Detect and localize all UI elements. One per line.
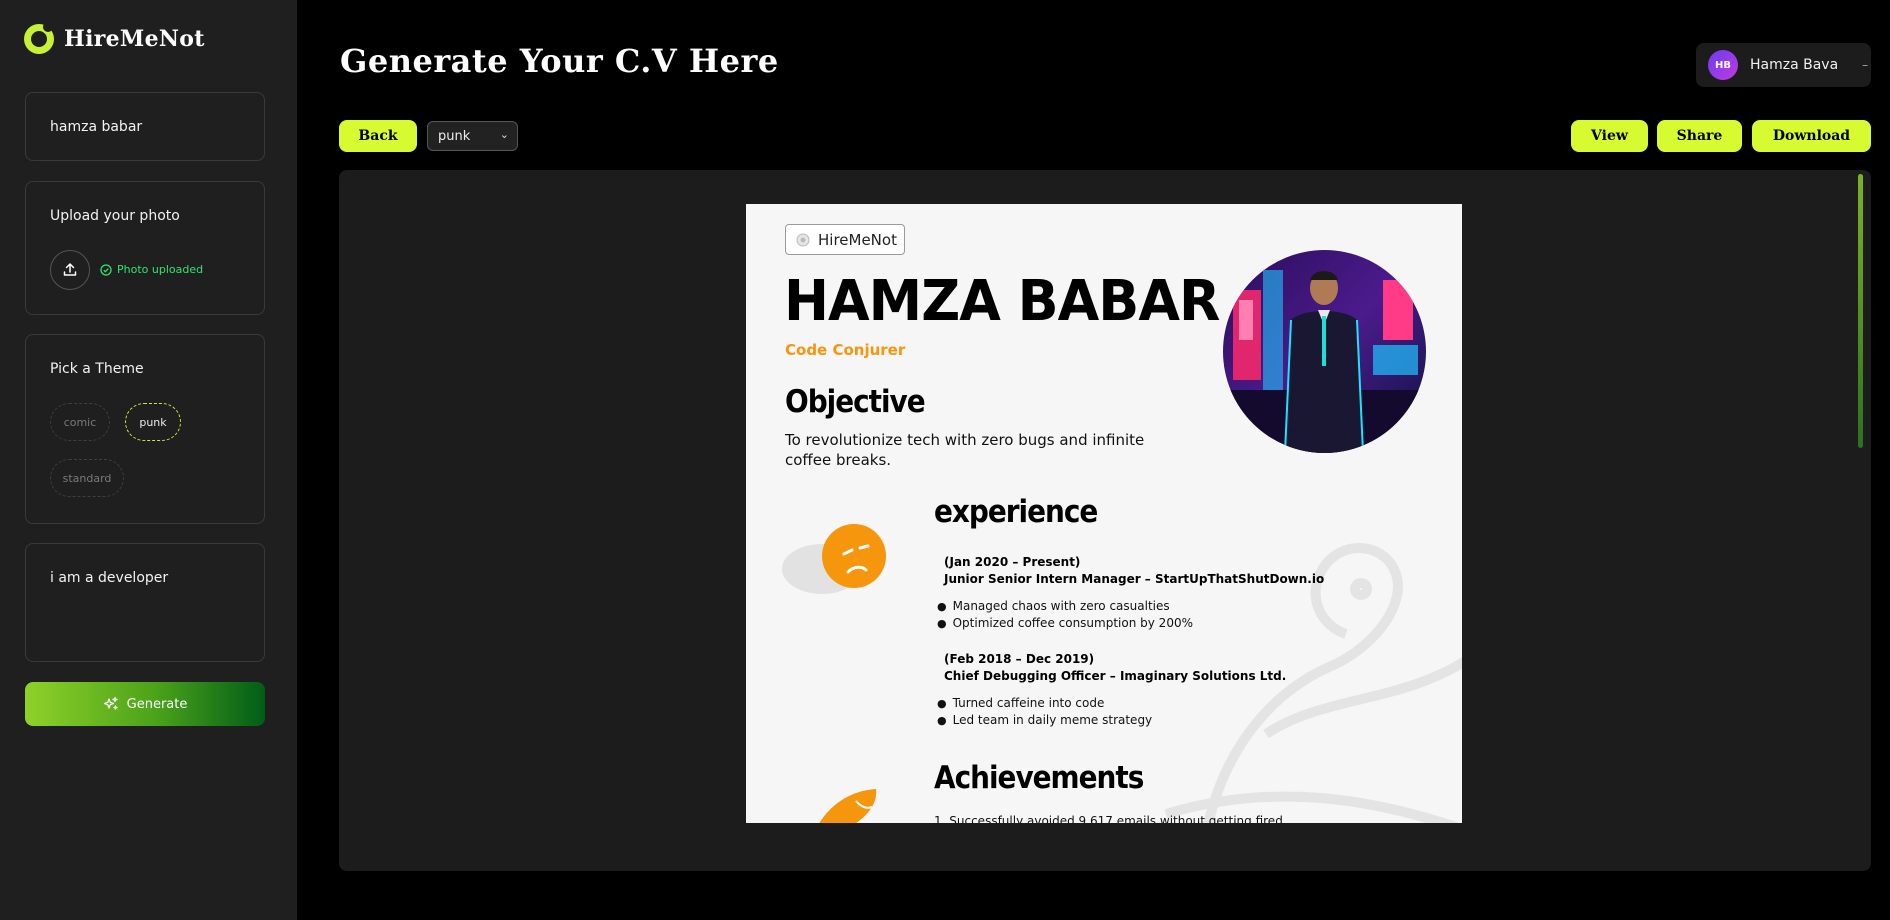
theme-chip-punk[interactable]: punk [125,403,181,441]
name-value: hamza babar [50,119,143,135]
generate-label: Generate [126,696,188,712]
experience-heading: experience [934,494,1098,530]
list-item: Managed chaos with zero casualties [937,598,1193,615]
download-button[interactable]: Download [1752,120,1871,152]
upload-icon [63,263,77,276]
logo-icon [24,22,54,54]
cv-role: Code Conjurer [785,341,906,359]
cv-brand-text: HireMeNot [818,230,897,249]
achievement-item: 1. Successfully avoided 9,617 emails wit… [934,814,1283,823]
description-field[interactable]: i am a developer [25,543,265,662]
user-name: Hamza Bava [1750,57,1839,73]
theme-title: Pick a Theme [50,361,144,377]
chevron-down-icon: ⌄ [499,128,509,141]
objective-heading: Objective [785,384,926,420]
upload-status: Photo uploaded [100,263,203,276]
caret-icon: – [1862,58,1869,72]
experience-title: Chief Debugging Officer – Imaginary Solu… [944,669,1287,683]
theme-chip-standard[interactable]: standard [50,459,124,497]
list-item: Led team in daily meme strategy [937,712,1153,729]
name-field[interactable]: hamza babar [25,92,265,161]
scrollbar[interactable] [1858,174,1863,448]
sidebar: HireMeNot hamza babar Upload your photo … [0,0,297,920]
app-name: HireMeNot [64,26,205,52]
experience-emoji-icon [782,524,886,594]
theme-picker: Pick a Theme comic punk standard [25,334,265,524]
theme-select[interactable]: punk ⌄ [427,121,518,151]
cv-name: HAMZA BABAR [784,269,1220,334]
objective-text: To revolutionize tech with zero bugs and… [785,431,1145,469]
avatar: HB [1708,50,1738,80]
theme-chip-comic[interactable]: comic [50,403,110,441]
profile-photo-image [1223,250,1426,453]
upload-photo-card: Upload your photo Photo uploaded [25,181,265,315]
user-menu[interactable]: HB Hamza Bava – [1696,43,1871,87]
check-circle-icon [100,263,112,276]
upload-button[interactable] [50,250,90,290]
theme-select-value: punk [438,128,471,144]
generate-button[interactable]: Generate [25,682,265,726]
logo-icon [796,233,810,246]
achievements-heading: Achievements [934,760,1144,796]
upload-title: Upload your photo [50,208,180,224]
page-title: Generate Your C.V Here [340,42,779,80]
profile-photo [1223,250,1426,453]
experience-dates: (Jan 2020 – Present) [944,555,1081,569]
sparkles-icon [103,696,118,710]
experience-bullets: Turned caffeine into code Led team in da… [937,695,1153,729]
experience-dates: (Feb 2018 – Dec 2019) [944,652,1095,666]
share-button[interactable]: Share [1657,120,1742,152]
back-button[interactable]: Back [339,120,417,152]
list-item: Turned caffeine into code [937,695,1152,712]
description-value: i am a developer [50,570,169,586]
list-item: Optimized coffee consumption by 200% [937,615,1193,632]
experience-bullets: Managed chaos with zero casualties Optim… [937,598,1193,632]
upload-status-text: Photo uploaded [117,263,204,276]
achievements-icon [819,789,877,823]
view-button[interactable]: View [1571,120,1648,152]
cv-brand-tag: HireMeNot [785,224,905,255]
cv-page: HireMeNot HAMZA BABAR Code Conjurer Obje… [746,204,1462,823]
app-logo[interactable]: HireMeNot [24,22,205,54]
experience-title: Junior Senior Intern Manager – StartUpTh… [944,572,1325,586]
